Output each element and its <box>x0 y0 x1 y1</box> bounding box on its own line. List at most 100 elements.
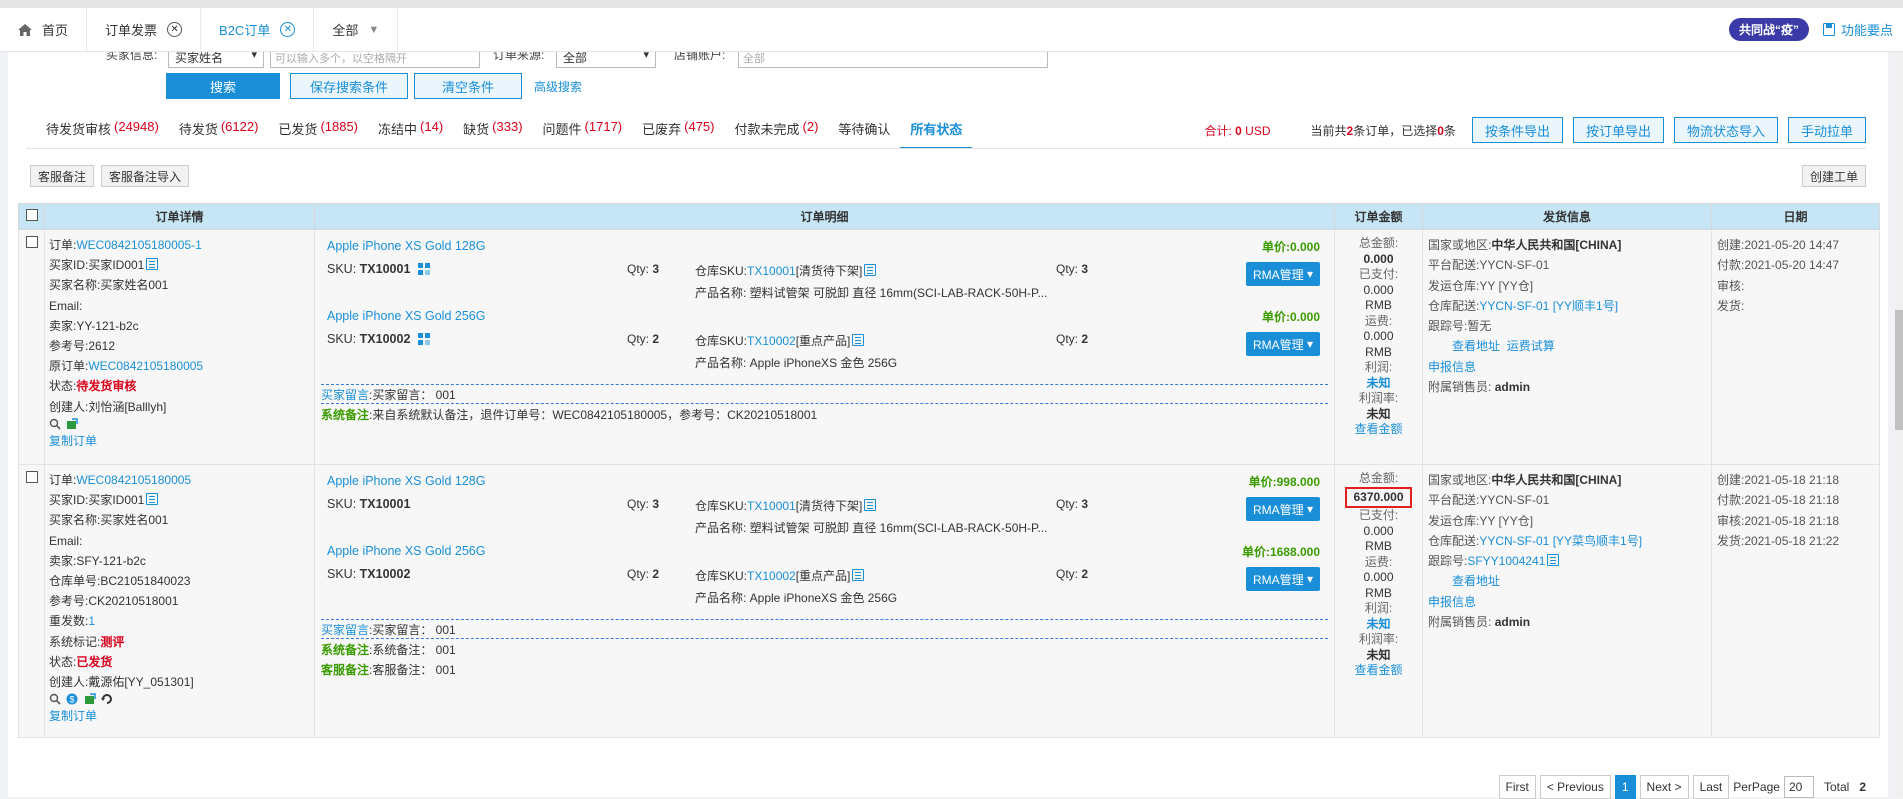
dollar-icon[interactable]: $ <box>66 693 78 705</box>
view-address-link[interactable]: 查看地址 <box>1452 574 1500 588</box>
campaign-badge[interactable]: 共同战“疫” <box>1728 18 1809 41</box>
amount-label: 利润: <box>1364 601 1393 615</box>
column-header: 日期 <box>1711 203 1880 230</box>
copy-order-link[interactable]: 复制订单 <box>49 434 97 448</box>
buyer-search-input[interactable]: 可以输入多个，以空格隔开 <box>270 52 480 68</box>
cs-note-button[interactable]: 客服备注 <box>30 165 95 187</box>
price-label: 单价: <box>1248 475 1277 489</box>
perpage-input[interactable] <box>1783 776 1814 798</box>
rma-button[interactable]: RMA管理 ▾ <box>1246 497 1320 521</box>
rma-button[interactable]: RMA管理 ▾ <box>1246 332 1320 356</box>
row-select-cell[interactable] <box>18 464 45 738</box>
qty-value: 3 <box>652 497 660 511</box>
copy-order-link[interactable]: 复制订单 <box>49 709 97 723</box>
tracking-link[interactable]: SFYY1004241 <box>1467 554 1545 568</box>
order-source-select[interactable]: 全部 <box>556 52 656 68</box>
tab-home[interactable]: 首页 <box>0 8 88 51</box>
wh-sku-link[interactable]: TX10001 <box>747 499 796 513</box>
wh-sku-link[interactable]: TX10002 <box>747 334 796 348</box>
last-page-button[interactable]: Last <box>1692 775 1730 799</box>
cs-note-import-button[interactable]: 客服备注导入 <box>101 165 190 187</box>
select-all-cell[interactable] <box>18 203 45 230</box>
product-link[interactable]: Apple iPhone XS Gold 256G <box>327 544 485 558</box>
status-tab[interactable]: 已发货 (1885) <box>268 119 368 147</box>
close-icon[interactable]: ✕ <box>280 22 296 37</box>
create-ticket-button[interactable]: 创建工单 <box>1801 165 1866 187</box>
declare-info-link[interactable]: 申报信息 <box>1428 595 1476 609</box>
copy-icon[interactable] <box>146 258 159 271</box>
select-all-checkbox[interactable] <box>25 209 38 221</box>
return-icon[interactable] <box>101 693 113 705</box>
declare-info-link[interactable]: 申报信息 <box>1428 360 1476 374</box>
status-tab[interactable]: 待发货审核 (24948) <box>36 119 169 147</box>
scrollbar-thumb[interactable] <box>1895 310 1903 430</box>
copy-icon[interactable] <box>852 334 865 346</box>
status-tab[interactable]: 等待确认 <box>828 119 900 147</box>
status-tab[interactable]: 问题件 (1717) <box>533 119 633 147</box>
order-number-link[interactable]: WEC0842105180005-1 <box>76 238 201 252</box>
status-tab[interactable]: 已废弃 (475) <box>632 119 724 147</box>
search-icon[interactable] <box>49 693 61 705</box>
amount-label: 运费: <box>1364 313 1393 328</box>
manual-pull-button[interactable]: 手动拉单 <box>1787 117 1866 143</box>
tab-order-invoice[interactable]: 订单发票 ✕ <box>87 8 202 51</box>
status-tab[interactable]: 冻结中 (14) <box>368 119 453 147</box>
order-notes: 买家留言:买家留言： 001 系统备注:系统备注： 001 客服备注:客服备注：… <box>321 619 1328 679</box>
function-tips-link[interactable]: 功能要点 <box>1822 20 1893 39</box>
current-page-button[interactable]: 1 <box>1614 775 1636 799</box>
copy-icon[interactable] <box>852 569 865 581</box>
search-button[interactable]: 搜索 <box>166 73 280 99</box>
wh-delivery-link[interactable]: YYCN-SF-01 [YY菜鸟顺丰1号] <box>1479 534 1642 548</box>
original-order-link[interactable]: WEC0842105180005 <box>88 359 203 373</box>
export-by-order-button[interactable]: 按订单导出 <box>1572 117 1664 143</box>
copy-icon[interactable] <box>864 499 877 511</box>
view-amount-link[interactable]: 查看金额 <box>1335 663 1422 679</box>
row-checkbox[interactable] <box>25 471 38 483</box>
items-list: Apple iPhone XS Gold 128G SKU: TX10001 Q… <box>315 230 1334 382</box>
status-tab[interactable]: 待发货 (6122) <box>169 119 269 147</box>
total-label: Total <box>1823 780 1850 794</box>
import-logistics-button[interactable]: 物流状态导入 <box>1673 117 1778 143</box>
clear-conditions-button[interactable]: 清空条件 <box>414 73 522 99</box>
next-page-button[interactable]: Next > <box>1639 775 1689 799</box>
status-tab[interactable]: 所有状态 <box>900 119 973 149</box>
warehouse-quantity: Qty: 2 <box>1056 332 1089 346</box>
wh-sku-link[interactable]: TX10001 <box>747 264 796 278</box>
status-tab[interactable]: 付款未完成 (2) <box>725 119 829 147</box>
advanced-search-link[interactable]: 高级搜索 <box>534 78 582 95</box>
store-account-input[interactable]: 全部 <box>738 52 1048 68</box>
freight-calc-link[interactable]: 运费试算 <box>1507 339 1555 353</box>
tab-all-dropdown[interactable]: 全部 ▼ <box>314 8 399 51</box>
export-by-condition-button[interactable]: 按条件导出 <box>1471 117 1563 143</box>
tag-edit-icon[interactable] <box>66 418 79 430</box>
copy-icon[interactable] <box>146 493 159 506</box>
grid-icon[interactable] <box>417 263 430 275</box>
view-address-link[interactable]: 查看地址 <box>1452 339 1500 353</box>
buyer-field-select[interactable]: 买家姓名 <box>168 52 264 68</box>
tag-edit-icon[interactable] <box>84 693 96 705</box>
save-search-button[interactable]: 保存搜索条件 <box>290 73 408 99</box>
copy-icon[interactable] <box>864 264 877 276</box>
row-select-cell[interactable] <box>18 229 45 465</box>
product-link[interactable]: Apple iPhone XS Gold 256G <box>327 309 485 323</box>
first-page-button[interactable]: First <box>1498 775 1536 799</box>
order-number-link[interactable]: WEC0842105180005 <box>76 473 191 487</box>
status-tab[interactable]: 缺货 (333) <box>453 119 532 147</box>
wh-sku-link[interactable]: TX10002 <box>747 569 796 583</box>
tab-b2c-orders[interactable]: B2C订单 ✕ <box>201 8 315 51</box>
resend-label: 重发数: <box>49 614 89 629</box>
row-checkbox[interactable] <box>25 236 38 248</box>
resend-count-link[interactable]: 1 <box>88 614 95 628</box>
view-amount-link[interactable]: 查看金额 <box>1335 422 1422 438</box>
wh-delivery-link[interactable]: YYCN-SF-01 [YY顺丰1号] <box>1479 299 1618 313</box>
product-link[interactable]: Apple iPhone XS Gold 128G <box>327 474 485 488</box>
grid-icon[interactable] <box>417 333 430 345</box>
previous-page-button[interactable]: < Previous <box>1539 775 1611 799</box>
sku: SKU: TX10001 <box>327 497 410 511</box>
copy-icon[interactable] <box>1547 554 1560 567</box>
close-icon[interactable]: ✕ <box>167 22 183 37</box>
product-link[interactable]: Apple iPhone XS Gold 128G <box>327 239 485 253</box>
search-icon[interactable] <box>49 418 61 430</box>
rma-button[interactable]: RMA管理 ▾ <box>1246 567 1320 591</box>
rma-button[interactable]: RMA管理 ▾ <box>1246 262 1320 286</box>
